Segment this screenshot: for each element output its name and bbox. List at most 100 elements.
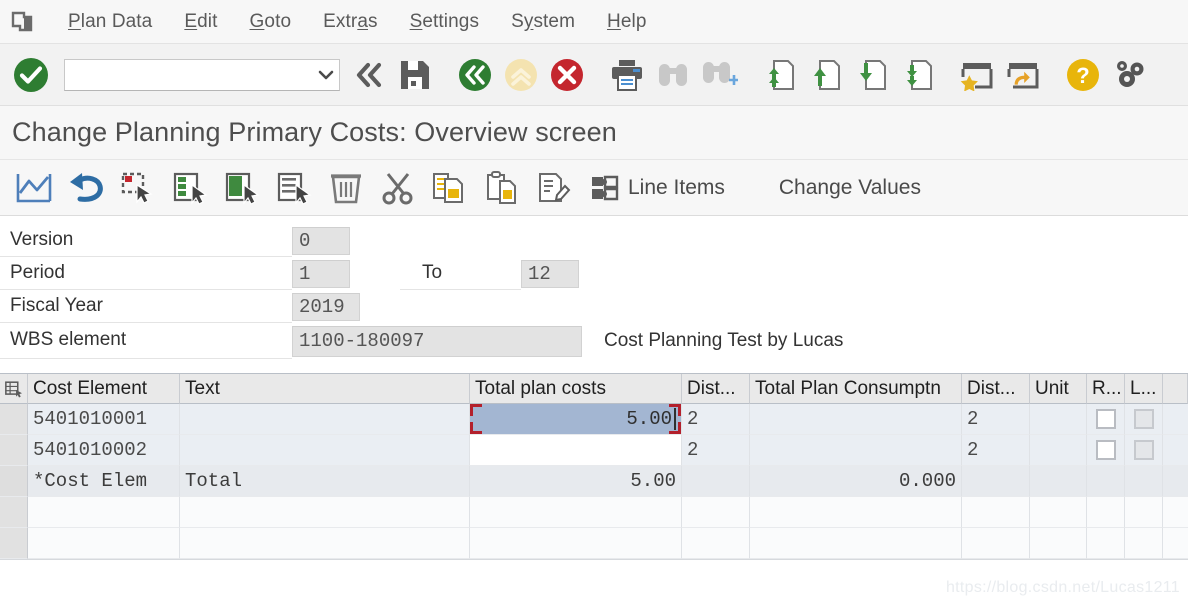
menu-extras[interactable]: Extras	[307, 11, 393, 33]
cell-dist-key-consumption[interactable]	[962, 528, 1030, 559]
cell-total-plan-costs[interactable]	[470, 497, 682, 528]
cell-unit[interactable]	[1030, 435, 1087, 466]
chevron-down-icon[interactable]	[313, 60, 339, 90]
column-header-dist-key-consumption[interactable]: Dist...	[962, 374, 1030, 404]
table-settings-icon[interactable]	[0, 374, 28, 404]
menu-help[interactable]: Help	[591, 11, 662, 33]
red-cancel-icon[interactable]	[544, 52, 590, 98]
select-column-icon[interactable]	[164, 164, 216, 212]
cell-text[interactable]	[180, 404, 470, 435]
cell-total-plan-consumption[interactable]	[750, 404, 962, 435]
cell-cost-element[interactable]: 5401010002	[28, 435, 180, 466]
cell-unit[interactable]	[1030, 528, 1087, 559]
copy-icon[interactable]	[424, 164, 476, 212]
customize-local-layout-icon[interactable]	[1106, 52, 1152, 98]
column-header-total-plan-consumption[interactable]: Total Plan Consumptn	[750, 374, 962, 404]
cell-total-plan-costs[interactable]	[470, 528, 682, 559]
cell-dist-key-consumption[interactable]: 2	[962, 435, 1030, 466]
cell-dist-key-consumption[interactable]	[962, 497, 1030, 528]
favorites-icon[interactable]	[954, 52, 1000, 98]
column-header-r-flag[interactable]: R...	[1087, 374, 1125, 404]
find-icon[interactable]	[650, 52, 696, 98]
cell-text[interactable]	[180, 528, 470, 559]
sap-system-menu-icon[interactable]	[10, 9, 36, 35]
cell-total-plan-costs[interactable]: 5.00	[470, 404, 682, 435]
row-selector[interactable]	[0, 435, 28, 466]
cell-unit[interactable]	[1030, 404, 1087, 435]
cell-r-flag[interactable]	[1087, 528, 1125, 559]
cell-total-plan-consumption[interactable]	[750, 528, 962, 559]
row-selector[interactable]	[0, 466, 28, 497]
cell-dist-key-costs[interactable]: 2	[682, 435, 750, 466]
yellow-exit-up-icon[interactable]	[498, 52, 544, 98]
column-header-dist-key-costs[interactable]: Dist...	[682, 374, 750, 404]
print-icon[interactable]	[604, 52, 650, 98]
column-header-l-flag[interactable]: L...	[1125, 374, 1163, 404]
fiscal-year-input[interactable]: 2019	[292, 292, 360, 321]
menu-settings[interactable]: Settings	[394, 11, 495, 33]
cut-icon[interactable]	[372, 164, 424, 212]
find-next-icon[interactable]	[696, 52, 742, 98]
period-to-input[interactable]: 12	[521, 259, 579, 288]
table-row[interactable]: 5401010002 2 2	[0, 435, 1188, 466]
cell-cost-element[interactable]: 5401010001	[28, 404, 180, 435]
r-flag-checkbox[interactable]	[1095, 409, 1116, 429]
row-selector[interactable]	[0, 404, 28, 435]
enter-icon[interactable]	[8, 52, 54, 98]
column-header-unit[interactable]: Unit	[1030, 374, 1087, 404]
table-row[interactable]	[0, 528, 1188, 559]
row-selector[interactable]	[0, 528, 28, 559]
edit-text-icon[interactable]	[528, 164, 580, 212]
select-row-icon[interactable]	[268, 164, 320, 212]
cell-cost-element[interactable]	[28, 497, 180, 528]
period-input[interactable]: 1	[292, 259, 350, 288]
undo-icon[interactable]	[60, 164, 112, 212]
row-selector[interactable]	[0, 497, 28, 528]
cell-r-flag[interactable]	[1087, 435, 1125, 466]
change-values-button[interactable]: Change Values	[769, 164, 931, 212]
menu-plan-data[interactable]: Plan Data	[52, 11, 168, 33]
cell-dist-key-costs[interactable]	[682, 528, 750, 559]
select-block-icon[interactable]	[112, 164, 164, 212]
menu-system[interactable]: System	[495, 11, 591, 33]
cell-cost-element[interactable]	[28, 528, 180, 559]
select-filled-column-icon[interactable]	[216, 164, 268, 212]
form-row-wbs-element: WBS element 1100-180097 Cost Planning Te…	[0, 323, 1188, 359]
column-header-text[interactable]: Text	[180, 374, 470, 404]
last-page-icon[interactable]	[894, 52, 940, 98]
cell-dist-key-costs[interactable]	[682, 497, 750, 528]
column-header-total-plan-costs[interactable]: Total plan costs	[470, 374, 682, 404]
previous-page-icon[interactable]	[802, 52, 848, 98]
cell-total-plan-consumption[interactable]	[750, 435, 962, 466]
paste-icon[interactable]	[476, 164, 528, 212]
menu-goto[interactable]: Goto	[234, 11, 308, 33]
cell-dist-key-consumption[interactable]: 2	[962, 404, 1030, 435]
back-chevrons-icon[interactable]	[346, 52, 392, 98]
table-row[interactable]: 5401010001 5.00 2 2	[0, 404, 1188, 435]
help-icon[interactable]: ?	[1060, 52, 1106, 98]
cell-text[interactable]	[180, 497, 470, 528]
column-header-cost-element[interactable]: Cost Element	[28, 374, 180, 404]
table-row[interactable]	[0, 497, 1188, 528]
delete-icon[interactable]	[320, 164, 372, 212]
first-page-icon[interactable]	[756, 52, 802, 98]
graph-display-icon[interactable]	[8, 164, 60, 212]
r-flag-checkbox[interactable]	[1095, 440, 1116, 460]
command-input[interactable]	[65, 59, 313, 90]
line-items-button[interactable]: Line Items	[580, 164, 735, 212]
version-input[interactable]: 0	[292, 226, 350, 255]
cell-r-flag[interactable]	[1087, 404, 1125, 435]
shortcut-icon[interactable]	[1000, 52, 1046, 98]
save-icon[interactable]	[392, 52, 438, 98]
menu-edit[interactable]: Edit	[168, 11, 233, 33]
green-back-icon[interactable]	[452, 52, 498, 98]
cell-text[interactable]	[180, 435, 470, 466]
next-page-icon[interactable]	[848, 52, 894, 98]
wbs-element-input[interactable]: 1100-180097	[292, 325, 582, 357]
command-field[interactable]	[64, 58, 340, 91]
cell-r-flag[interactable]	[1087, 497, 1125, 528]
cell-total-plan-costs[interactable]	[470, 435, 682, 466]
cell-unit[interactable]	[1030, 497, 1087, 528]
cell-dist-key-costs[interactable]: 2	[682, 404, 750, 435]
cell-total-plan-consumption[interactable]	[750, 497, 962, 528]
